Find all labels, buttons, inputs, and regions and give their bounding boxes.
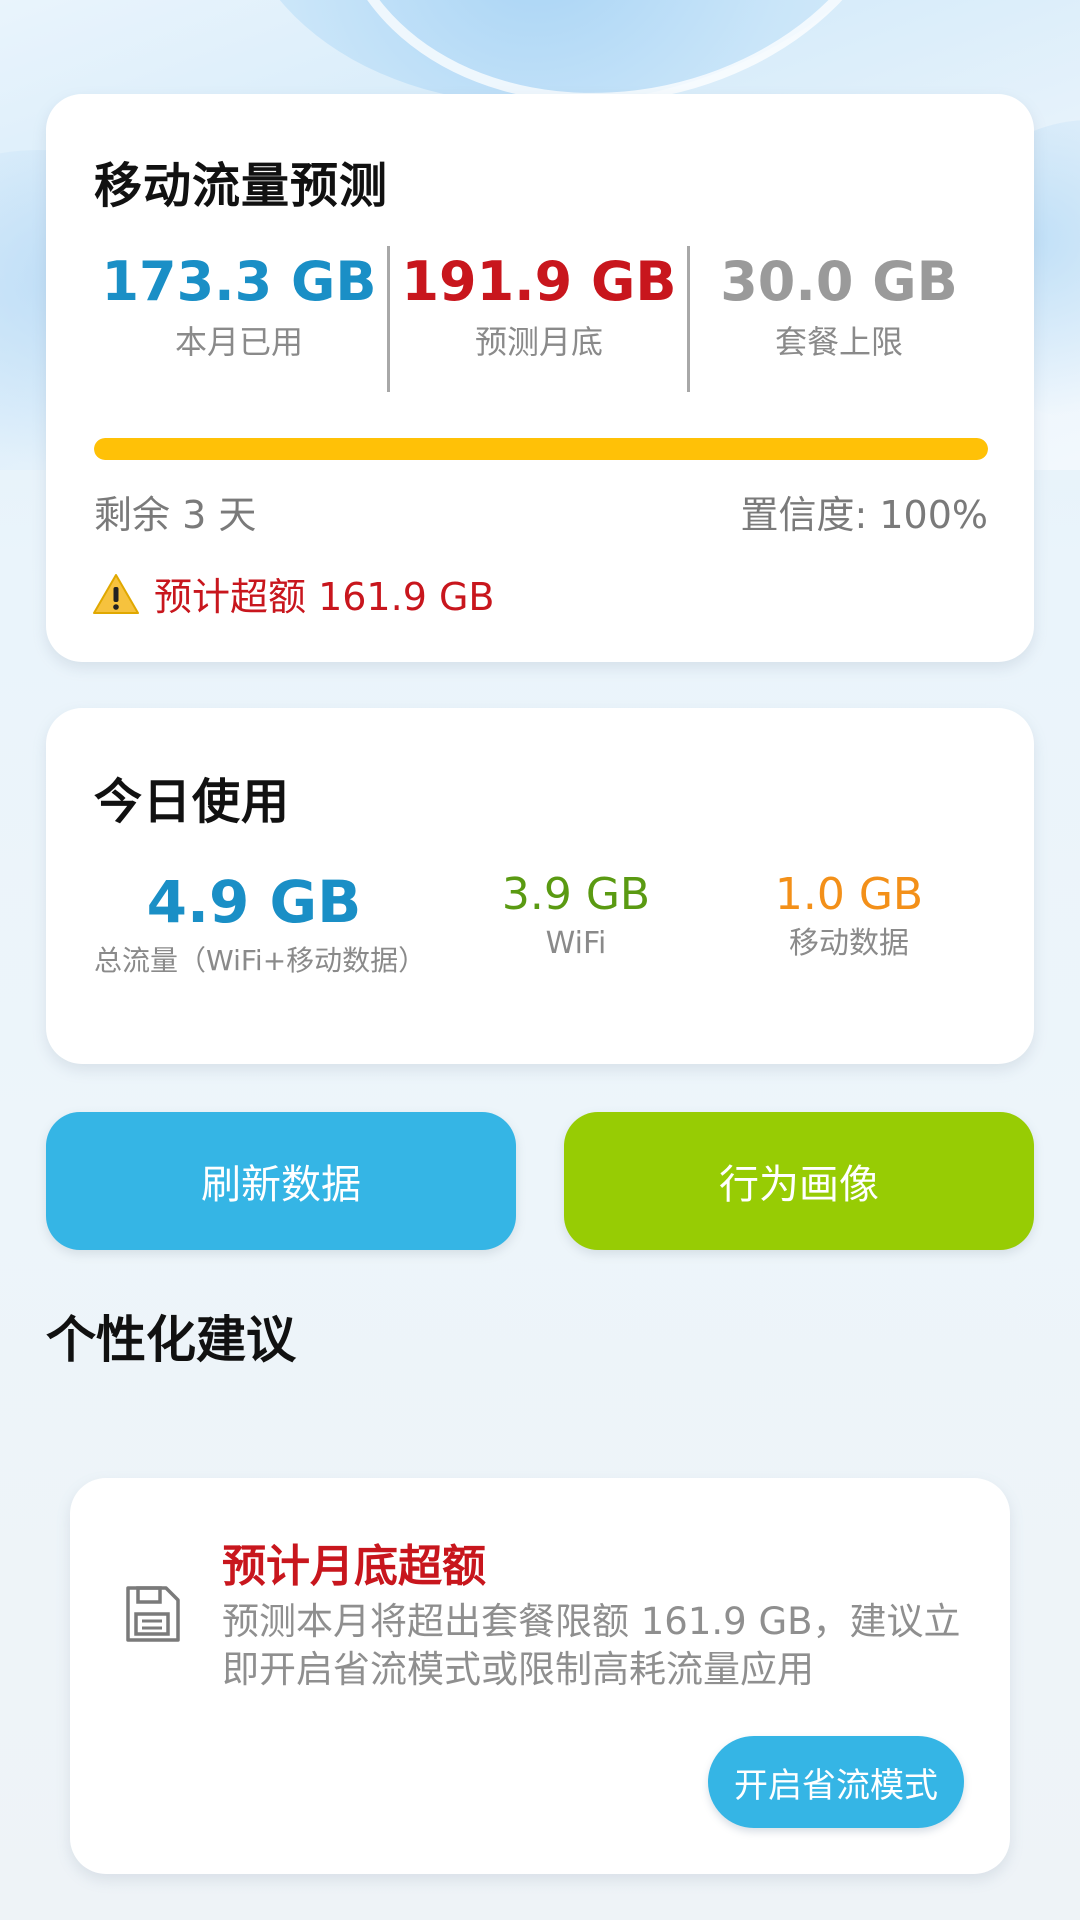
limit-label: 套餐上限 bbox=[774, 323, 903, 361]
wifi-value: 3.9 GB bbox=[501, 869, 651, 920]
wifi-stat: 3.9 GB WiFi bbox=[446, 868, 706, 966]
total-value: 4.9 GB bbox=[146, 868, 362, 936]
used-value: 173.3 GB bbox=[101, 250, 377, 313]
wifi-label: WiFi bbox=[545, 926, 607, 961]
predicted-value: 191.9 GB bbox=[401, 250, 677, 313]
limit-value: 30.0 GB bbox=[720, 250, 958, 313]
today-title: 今日使用 bbox=[94, 774, 291, 830]
suggestions-heading: 个性化建议 bbox=[46, 1311, 296, 1369]
warning-text: 预计超额 161.9 GB bbox=[154, 575, 495, 619]
usage-progress-bar bbox=[94, 438, 988, 460]
suggestion-card: 预计月底超额 预测本月将超出套餐限额 161.9 GB，建议立即开启省流模式或限… bbox=[70, 1478, 1010, 1874]
used-label: 本月已用 bbox=[174, 323, 303, 361]
mobile-stat: 1.0 GB 移动数据 bbox=[714, 868, 984, 966]
suggestion-description: 预测本月将超出套餐限额 161.9 GB，建议立即开启省流模式或限制高耗流量应用 bbox=[222, 1600, 961, 1691]
total-label: 总流量（WiFi+移动数据） bbox=[94, 944, 427, 977]
limit-stat: 30.0 GB 套餐上限 bbox=[689, 250, 989, 366]
behavior-profile-button[interactable]: 行为画像 bbox=[564, 1112, 1034, 1250]
forecast-card: 移动流量预测 173.3 GB 本月已用 191.9 GB 预测月底 30.0 … bbox=[46, 94, 1034, 662]
today-card: 今日使用 4.9 GB 总流量（WiFi+移动数据） 3.9 GB WiFi 1… bbox=[46, 708, 1034, 1064]
save-icon bbox=[126, 1586, 180, 1642]
suggestion-title: 预计月底超额 bbox=[222, 1541, 486, 1592]
warning-icon bbox=[93, 573, 139, 614]
forecast-title: 移动流量预测 bbox=[94, 158, 389, 214]
remaining-days: 剩余 3 天 bbox=[94, 493, 257, 537]
enable-data-saver-button[interactable]: 开启省流模式 bbox=[708, 1736, 964, 1828]
mobile-label: 移动数据 bbox=[789, 926, 909, 961]
confidence: 置信度: 100% bbox=[740, 493, 988, 537]
overage-warning: 预计超额 161.9 GB bbox=[92, 566, 494, 621]
predicted-label: 预测月底 bbox=[474, 323, 603, 361]
refresh-data-button[interactable]: 刷新数据 bbox=[46, 1112, 516, 1250]
total-stat: 4.9 GB bbox=[94, 868, 414, 936]
predicted-stat: 191.9 GB 预测月底 bbox=[389, 250, 689, 366]
used-stat: 173.3 GB 本月已用 bbox=[89, 250, 389, 366]
mobile-value: 1.0 GB bbox=[774, 869, 924, 920]
usage-progress-fill bbox=[94, 438, 988, 460]
